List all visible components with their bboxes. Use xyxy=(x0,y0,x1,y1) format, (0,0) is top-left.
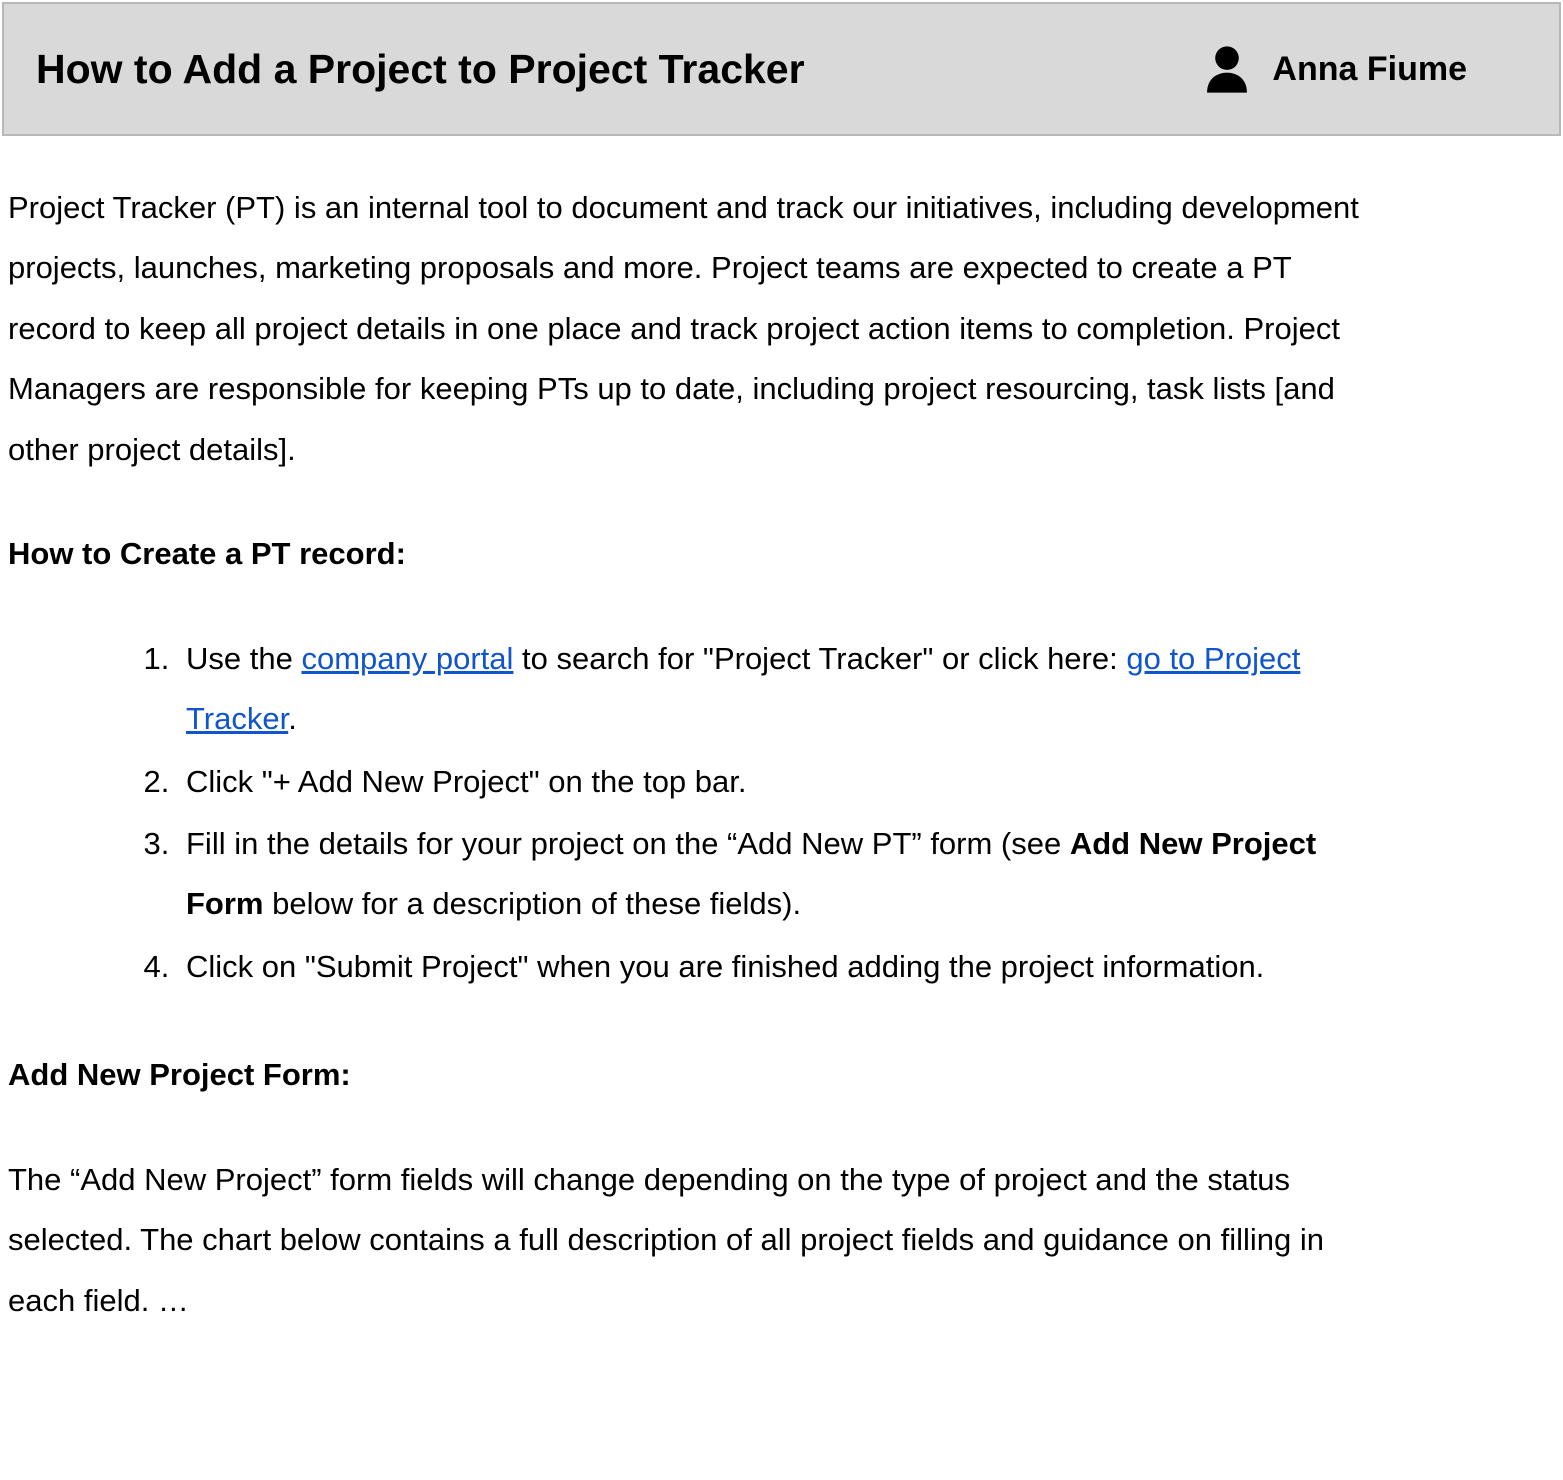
step-text: Use the xyxy=(186,641,301,676)
step-text: Fill in the details for your project on … xyxy=(186,826,1070,861)
document-header: How to Add a Project to Project Tracker … xyxy=(2,2,1561,136)
intro-paragraph: Project Tracker (PT) is an internal tool… xyxy=(8,178,1372,480)
section-heading-create: How to Create a PT record: xyxy=(8,524,1372,584)
list-item: Click "+ Add New Project" on the top bar… xyxy=(178,752,1372,812)
author-name: Anna Fiume xyxy=(1272,50,1467,89)
person-icon xyxy=(1198,40,1256,98)
company-portal-link[interactable]: company portal xyxy=(301,641,513,676)
list-item: Fill in the details for your project on … xyxy=(178,814,1372,935)
step-text: . xyxy=(288,701,297,736)
step-text: to search for "Project Tracker" or click… xyxy=(513,641,1126,676)
form-intro-paragraph: The “Add New Project” form fields will c… xyxy=(8,1150,1372,1331)
page-title: How to Add a Project to Project Tracker xyxy=(36,46,805,93)
list-item: Click on "Submit Project" when you are f… xyxy=(178,937,1372,997)
section-heading-form: Add New Project Form: xyxy=(8,1045,1372,1105)
document-body: Project Tracker (PT) is an internal tool… xyxy=(0,138,1380,1371)
list-item: Use the company portal to search for "Pr… xyxy=(178,629,1372,750)
steps-list: Use the company portal to search for "Pr… xyxy=(8,629,1372,998)
step-text: below for a description of these fields)… xyxy=(264,886,802,921)
author-block: Anna Fiume xyxy=(1198,40,1467,98)
